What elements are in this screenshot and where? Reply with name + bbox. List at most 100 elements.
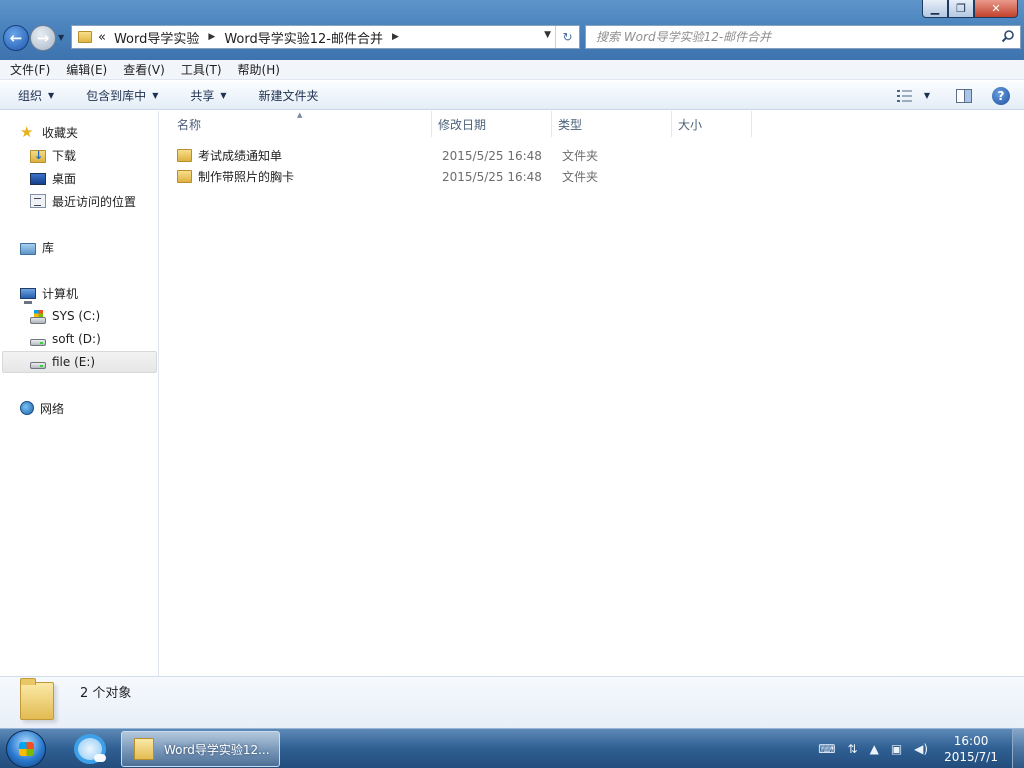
input-method-icon[interactable]: ⇅	[848, 742, 858, 756]
details-pane: 2 个对象	[0, 676, 1024, 728]
sidebar-item-drive-c[interactable]: SYS (C:)	[30, 305, 100, 327]
sidebar-item-label: 计算机	[42, 286, 79, 301]
folder-icon	[78, 31, 92, 43]
file-name: 考试成绩通知单	[198, 149, 283, 163]
forward-button[interactable]: →	[30, 25, 56, 51]
maximize-button[interactable]: ❐	[948, 0, 974, 18]
column-header-size[interactable]: 大小	[672, 111, 752, 137]
breadcrumb-overflow[interactable]: «	[98, 30, 106, 45]
column-header-name[interactable]: 名称 ▲	[160, 111, 432, 137]
sidebar-item-computer[interactable]: 计算机	[20, 282, 78, 304]
menu-help[interactable]: 帮助(H)	[238, 61, 280, 78]
sidebar-item-label: 库	[42, 240, 55, 255]
column-header-label: 大小	[678, 117, 703, 132]
sidebar-item-network[interactable]: 网络	[20, 397, 64, 419]
file-modified: 2015/5/25 16:48	[442, 148, 542, 163]
menu-edit[interactable]: 编辑(E)	[66, 61, 107, 78]
sidebar-item-label: 网络	[40, 401, 65, 416]
sidebar-item-recent-places[interactable]: 最近访问的位置	[30, 190, 136, 212]
chevron-down-icon: ▼	[48, 90, 55, 100]
clock-time: 16:00	[953, 734, 989, 748]
organize-label: 组织	[18, 88, 43, 103]
menu-tools[interactable]: 工具(T)	[181, 61, 222, 78]
share-label: 共享	[190, 88, 215, 103]
clock-date: 2015/7/1	[944, 750, 998, 764]
sidebar-item-favorites[interactable]: ★ 收藏夹	[20, 121, 78, 143]
sidebar-item-label: 收藏夹	[42, 125, 79, 140]
volume-icon[interactable]: ◀)	[914, 742, 928, 756]
breadcrumb-chevron-icon[interactable]: ▶	[392, 32, 399, 42]
menu-bar: 文件(F) 编辑(E) 查看(V) 工具(T) 帮助(H)	[0, 60, 1024, 80]
recent-pages-dropdown-icon[interactable]: ▼	[58, 33, 64, 42]
show-desktop-button[interactable]	[1012, 729, 1024, 768]
column-header-modified[interactable]: 修改日期	[432, 111, 552, 137]
breadcrumb-item[interactable]: Word导学实验12-邮件合并	[224, 28, 383, 47]
column-header-type[interactable]: 类型	[552, 111, 672, 137]
table-row[interactable]: 考试成绩通知单 2015/5/25 16:48 文件夹	[177, 145, 617, 166]
clock[interactable]: 16:00 2015/7/1	[944, 733, 998, 765]
network-status-icon[interactable]: ▣	[891, 742, 902, 756]
show-hidden-icons-icon[interactable]: ▲	[870, 742, 879, 756]
share-button[interactable]: 共享 ▼	[190, 87, 226, 104]
sidebar-item-label: file (E:)	[52, 355, 96, 369]
file-type: 文件夹	[562, 170, 599, 184]
system-drive-icon	[30, 309, 46, 324]
view-controls: ▼ ?	[896, 81, 1024, 110]
help-icon[interactable]: ?	[992, 86, 1010, 105]
sidebar-item-drive-e[interactable]: file (E:)	[2, 351, 157, 373]
title-bar: ▁ ❐ ✕ ← → ▼ « Word导学实验 ▶ Word导学实验12-邮件合并…	[0, 0, 1024, 60]
keyboard-icon[interactable]: ⌨	[818, 742, 835, 756]
desktop-icon	[30, 173, 46, 185]
menu-view[interactable]: 查看(V)	[123, 61, 165, 78]
breadcrumb-item[interactable]: Word导学实验	[114, 28, 199, 47]
sidebar-item-label: SYS (C:)	[52, 309, 101, 323]
sidebar-item-label: 最近访问的位置	[52, 194, 137, 209]
back-button[interactable]: ←	[3, 25, 29, 51]
start-button[interactable]	[6, 730, 46, 768]
view-options-dropdown-icon[interactable]: ▼	[924, 91, 930, 100]
taskbar-window-label: Word导学实验12...	[164, 742, 270, 757]
close-button[interactable]: ✕	[974, 0, 1018, 18]
taskbar-explorer-window[interactable]: Word导学实验12...	[121, 731, 280, 767]
column-header-label: 名称	[177, 117, 202, 132]
sidebar-item-desktop[interactable]: 桌面	[30, 167, 76, 189]
search-box	[585, 25, 1021, 49]
network-icon	[20, 401, 34, 415]
include-in-library-button[interactable]: 包含到库中 ▼	[86, 87, 158, 104]
sidebar-item-label: 下载	[52, 148, 77, 163]
search-icon[interactable]	[1001, 29, 1015, 43]
file-name: 制作带照片的胸卡	[198, 170, 295, 184]
search-input[interactable]	[586, 26, 986, 48]
file-modified: 2015/5/25 16:48	[442, 169, 542, 184]
sort-ascending-icon: ▲	[297, 111, 303, 119]
sidebar-item-downloads[interactable]: 下载	[30, 144, 76, 166]
change-view-icon[interactable]	[896, 89, 914, 103]
new-folder-button[interactable]: 新建文件夹	[259, 87, 319, 104]
chevron-down-icon: ▼	[220, 90, 227, 100]
downloads-folder-icon	[30, 149, 46, 163]
sidebar-item-libraries[interactable]: 库	[20, 236, 54, 258]
sidebar-item-label: 桌面	[52, 171, 77, 186]
sidebar-item-drive-d[interactable]: soft (D:)	[30, 328, 101, 350]
table-row[interactable]: 制作带照片的胸卡 2015/5/25 16:48 文件夹	[177, 166, 617, 187]
organize-button[interactable]: 组织 ▼	[18, 87, 54, 104]
object-count: 2 个对象	[80, 686, 132, 701]
command-bar: 组织 ▼ 包含到库中 ▼ 共享 ▼ 新建文件夹 ▼ ?	[0, 81, 1024, 110]
chevron-down-icon: ▼	[152, 90, 159, 100]
column-header-label: 修改日期	[438, 117, 487, 132]
breadcrumb-chevron-icon[interactable]: ▶	[208, 32, 215, 42]
recent-places-icon	[30, 194, 46, 208]
column-header-label: 类型	[558, 117, 583, 132]
include-in-library-label: 包含到库中	[86, 88, 147, 103]
browser-icon[interactable]	[74, 734, 106, 764]
preview-pane-icon[interactable]	[956, 88, 972, 103]
address-dropdown-icon[interactable]: ▼	[544, 30, 551, 40]
navigation-pane: ★ 收藏夹 下载 桌面 最近访问的位置 库 计算机 SYS (C:) soft …	[0, 111, 159, 676]
file-type: 文件夹	[562, 149, 599, 163]
taskbar: Word导学实验12... ⌨ ⇅ ▲ ▣ ◀) 16:00 2015/7/1	[0, 728, 1024, 768]
folder-icon	[177, 170, 192, 183]
refresh-icon[interactable]: ↻	[555, 26, 579, 48]
menu-file[interactable]: 文件(F)	[10, 61, 50, 78]
address-bar[interactable]: « Word导学实验 ▶ Word导学实验12-邮件合并 ▶ ▼ ↻	[71, 25, 580, 49]
minimize-button[interactable]: ▁	[922, 0, 948, 18]
